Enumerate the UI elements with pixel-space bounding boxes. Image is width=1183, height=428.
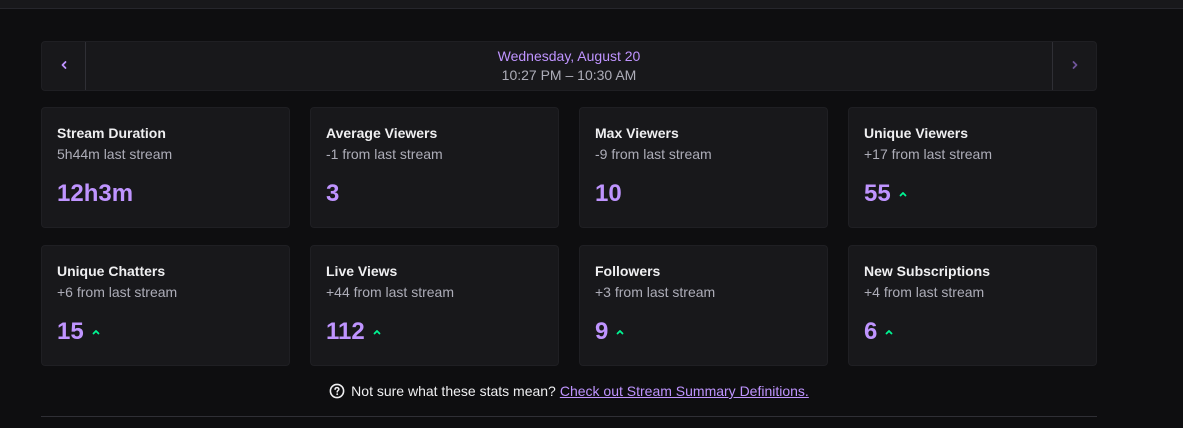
stat-comparison: +17 from last stream	[864, 146, 992, 162]
stat-comparison: 5h44m last stream	[57, 146, 173, 162]
stat-card-followers: Followers +3 from last stream 9	[579, 245, 828, 366]
help-text: Not sure what these stats mean?	[351, 383, 556, 399]
stat-comparison: +3 from last stream	[595, 284, 716, 300]
stat-card-stream-duration: Stream Duration 5h44m last stream 12h3m	[41, 107, 290, 228]
top-bar	[0, 0, 1183, 9]
stat-title: Average Viewers	[326, 125, 438, 141]
stat-title: Unique Chatters	[57, 263, 166, 279]
stat-card-unique-viewers: Unique Viewers +17 from last stream 55	[848, 107, 1097, 228]
stat-card-live-views: Live Views +44 from last stream 112	[310, 245, 559, 366]
stat-value: 9	[595, 318, 609, 345]
stat-value: 3	[326, 180, 340, 207]
chevron-up-icon	[898, 189, 908, 199]
section-divider	[41, 416, 1097, 417]
stats-help: Not sure what these stats mean? Check ou…	[0, 381, 1138, 401]
date-navigator: Wednesday, August 20 10:27 PM – 10:30 AM	[41, 41, 1097, 91]
stat-card-average-viewers: Average Viewers -1 from last stream 3	[310, 107, 559, 228]
stat-comparison: +4 from last stream	[864, 284, 985, 300]
stream-time-range: 10:27 PM – 10:30 AM	[501, 67, 637, 83]
stat-comparison: -9 from last stream	[595, 146, 712, 162]
stat-card-new-subscriptions: New Subscriptions +4 from last stream 6	[848, 245, 1097, 366]
stat-value: 6	[864, 318, 878, 345]
stat-title: Followers	[595, 263, 661, 279]
stat-value: 112	[326, 318, 365, 345]
chevron-up-icon	[372, 327, 382, 337]
chevron-left-icon	[59, 57, 69, 75]
chevron-up-icon	[884, 327, 894, 337]
stat-comparison: +44 from last stream	[326, 284, 454, 300]
question-circle-icon	[329, 383, 345, 399]
stat-title: Unique Viewers	[864, 125, 969, 141]
stat-title: Live Views	[326, 263, 398, 279]
chevron-up-icon	[615, 327, 625, 337]
stat-title: New Subscriptions	[864, 263, 991, 279]
next-stream-button[interactable]	[1052, 42, 1096, 90]
stream-summary-definitions-link[interactable]: Check out Stream Summary Definitions.	[560, 383, 809, 399]
stat-card-unique-chatters: Unique Chatters +6 from last stream 15	[41, 245, 290, 366]
chevron-right-icon	[1070, 57, 1080, 75]
stat-value: 10	[595, 180, 622, 207]
chevron-up-icon	[91, 327, 101, 337]
stream-date: Wednesday, August 20	[497, 48, 641, 64]
stat-title: Max Viewers	[595, 125, 679, 141]
stream-date-range: Wednesday, August 20 10:27 PM – 10:30 AM	[86, 42, 1052, 90]
stat-value: 15	[57, 318, 84, 345]
stat-comparison: -1 from last stream	[326, 146, 443, 162]
stat-value: 55	[864, 180, 891, 207]
previous-stream-button[interactable]	[42, 42, 86, 90]
stat-card-max-viewers: Max Viewers -9 from last stream 10	[579, 107, 828, 228]
stat-title: Stream Duration	[57, 125, 166, 141]
stats-grid: Stream Duration 5h44m last stream 12h3m …	[41, 107, 1097, 366]
stat-value: 12h3m	[57, 180, 134, 207]
stat-comparison: +6 from last stream	[57, 284, 178, 300]
